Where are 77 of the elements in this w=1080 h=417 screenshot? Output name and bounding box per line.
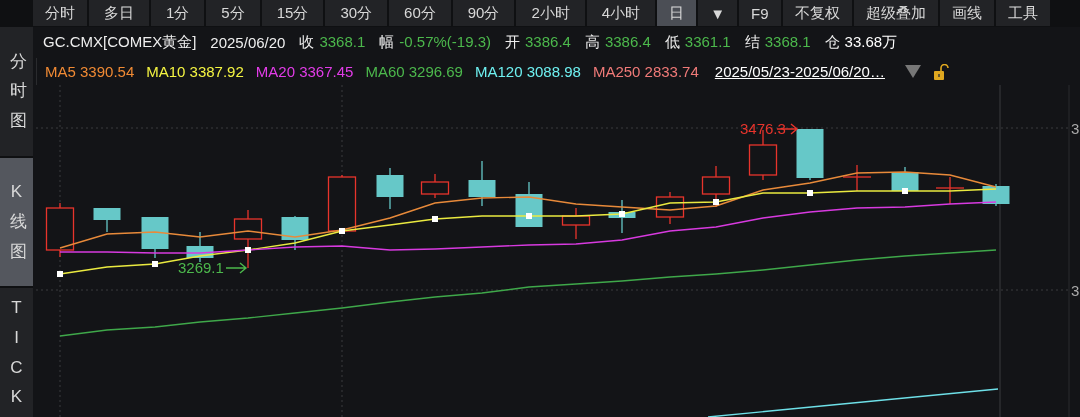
marker-square: [57, 271, 63, 277]
stat-label: 低: [664, 33, 680, 52]
stat-value: 3361.1: [684, 33, 731, 52]
timeframe-tab[interactable]: 30分: [325, 0, 388, 26]
candlestick: [982, 183, 1010, 207]
stat-label: 高: [584, 33, 600, 52]
candlestick: [515, 181, 543, 228]
candlestick: [141, 216, 169, 259]
marker-square: [152, 261, 158, 267]
candlestick: [935, 176, 965, 205]
moving-average-value: MA60 3296.69: [365, 63, 463, 80]
candlestick: [468, 160, 496, 207]
date-range-link[interactable]: 2025/05/23-2025/06/20…: [714, 63, 885, 80]
moving-average-value: MA20 3367.45: [255, 63, 354, 80]
marker-square: [339, 228, 345, 234]
lock-icon[interactable]: [932, 63, 949, 80]
marker-square: [526, 213, 532, 219]
marker-square: [807, 190, 813, 196]
timeframe-tab[interactable]: 工具: [995, 0, 1050, 26]
timeframe-tab[interactable]: 日: [657, 0, 697, 26]
quote-date: 2025/06/20: [210, 34, 286, 51]
timeframe-tab[interactable]: 5分: [206, 0, 260, 26]
timeframe-tab[interactable]: 90分: [452, 0, 515, 26]
marker-square: [432, 216, 438, 222]
marker-square: [902, 188, 908, 194]
stat-value: -0.57%(-19.3): [399, 33, 492, 52]
stat-label: 幅: [379, 33, 395, 52]
price-label: 3: [1071, 282, 1080, 299]
stat-value: 3386.4: [604, 33, 651, 52]
candlestick: [45, 202, 75, 258]
stat-label: 开: [505, 33, 521, 52]
candlestick: [327, 174, 357, 232]
price-label: 3: [1071, 120, 1080, 137]
candlestick: [655, 191, 685, 225]
moving-average-value: MA120 3088.98: [474, 63, 581, 80]
candlestick: [186, 231, 214, 263]
symbol-name: GC.CMX[COMEX黄金]: [43, 33, 197, 52]
marker-square: [245, 247, 251, 253]
view-tab[interactable]: TICK: [0, 288, 33, 417]
marker-square: [713, 199, 719, 205]
timeframe-tab[interactable]: 超级叠加: [853, 0, 938, 26]
candlestick: [420, 173, 450, 199]
stat-value: 33.68万: [844, 33, 898, 52]
candlestick: [281, 215, 309, 251]
stat-value: 3368.1: [764, 33, 811, 52]
moving-average-value: MA250 2833.74: [592, 63, 699, 80]
dropdown-icon[interactable]: [904, 65, 921, 78]
stat-value: 3386.4: [525, 33, 571, 52]
candlestick: [376, 167, 404, 210]
stat-label: 结: [744, 33, 760, 52]
timeframe-tab[interactable]: 分时: [33, 0, 87, 26]
timeframe-tab[interactable]: 4小时: [586, 0, 656, 26]
view-tab[interactable]: K线图: [0, 157, 33, 287]
timeframe-tab[interactable]: F9: [739, 0, 781, 26]
timeframe-tab[interactable]: 画线: [939, 0, 994, 26]
price-label: 3269.1: [178, 259, 224, 276]
candlestick: [93, 207, 121, 233]
candlestick: [561, 207, 591, 240]
price-label: 3476.3: [740, 120, 786, 137]
stat-value: 3368.1: [319, 33, 366, 52]
candlestick: [796, 128, 824, 181]
candlestick: [842, 164, 872, 192]
candlestick: [233, 209, 263, 269]
timeframe-tab[interactable]: 不复权: [782, 0, 852, 26]
moving-average-value: MA10 3387.92: [146, 63, 244, 80]
stat-label: 收: [299, 33, 315, 52]
marker-square: [619, 211, 625, 217]
view-tab[interactable]: 分时图: [0, 27, 33, 156]
timeframe-tab[interactable]: 15分: [261, 0, 324, 26]
timeframe-tab[interactable]: 多日: [89, 0, 149, 26]
arrow-icon: [225, 262, 248, 274]
stat-label: 仓: [824, 33, 840, 52]
timeframe-tab[interactable]: 60分: [389, 0, 451, 26]
moving-average-value: MA5 3390.54: [45, 63, 135, 80]
timeframe-tab[interactable]: ▼: [698, 0, 737, 26]
timeframe-tab[interactable]: 1分: [151, 0, 205, 26]
timeframe-tab[interactable]: 2小时: [516, 0, 585, 26]
